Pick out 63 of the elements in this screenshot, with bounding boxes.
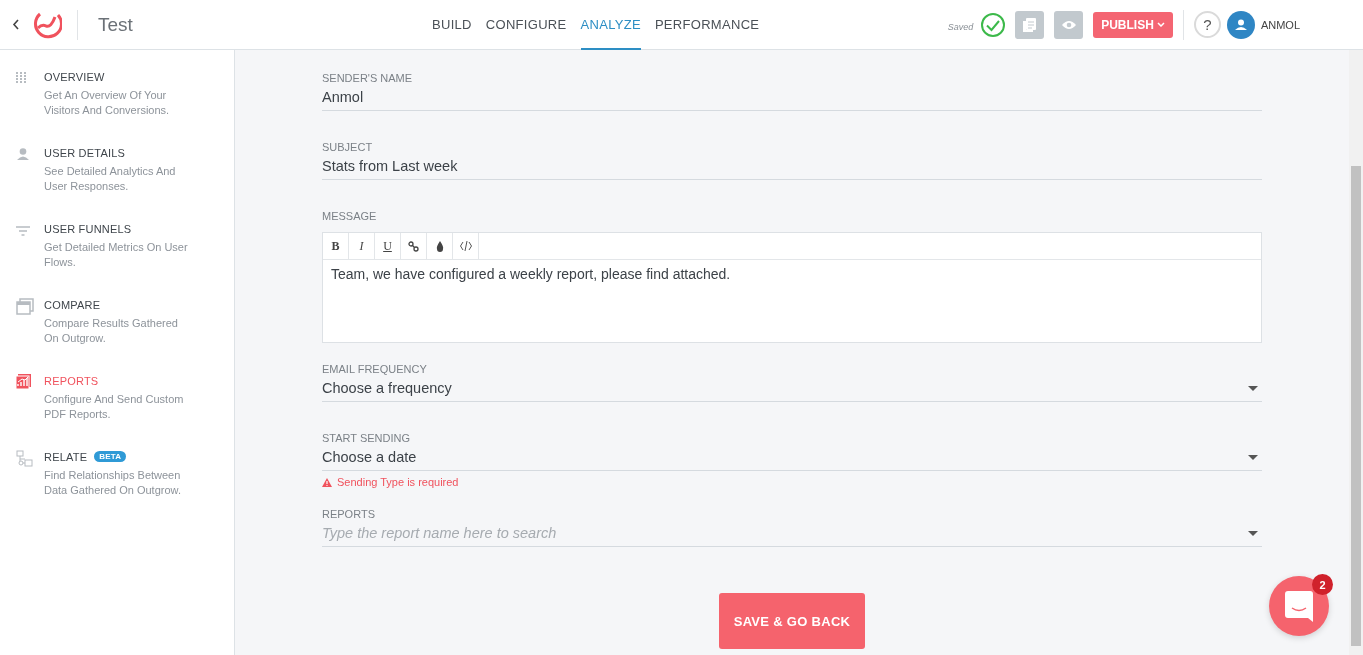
- input-field[interactable]: Stats from Last week: [322, 155, 1262, 180]
- select-field[interactable]: Choose a date: [322, 446, 1262, 471]
- link-icon: [408, 240, 419, 252]
- item-title: USER FUNNELS: [44, 222, 132, 235]
- project-title: Test: [98, 13, 133, 36]
- avatar[interactable]: [1226, 10, 1255, 39]
- item-title: COMPARE: [44, 298, 101, 311]
- message-editor[interactable]: Team, we have configured a weekly report, please find attached.: [323, 260, 1261, 342]
- filter-icon: [16, 226, 30, 236]
- notification-badge: 2: [1312, 574, 1333, 595]
- item-title: REPORTS: [44, 374, 99, 387]
- person-icon: [1234, 19, 1247, 30]
- scrollbar[interactable]: [1351, 166, 1361, 646]
- hierarchy-icon: [16, 450, 33, 467]
- dropdown-icon: [1248, 530, 1258, 536]
- dropdown-icon: [1248, 454, 1258, 460]
- sidebar-item[interactable]: USER FUNNELS Get Detailed Metrics On User Flows.: [0, 221, 234, 270]
- chat-icon: [1285, 590, 1313, 622]
- chart-icon: [16, 374, 31, 389]
- drop-icon: [435, 240, 444, 252]
- check-circle-icon: [981, 12, 1006, 37]
- sidebar-item[interactable]: RELATE BETA Find Relationships Between Data Gathered On Outgrow.: [0, 449, 234, 498]
- sidebar-item[interactable]: OVERVIEW Get An Overview Of Your Visitors And Conversions.: [0, 69, 234, 118]
- nav-tab[interactable]: PERFORMANCE: [654, 0, 760, 50]
- item-title: RELATE: [44, 450, 88, 463]
- back-icon[interactable]: [12, 19, 20, 30]
- item-description: Compare Results Gathered On Outgrow.: [44, 316, 179, 346]
- item-title: USER DETAILS: [44, 146, 126, 159]
- beta-badge: BETA: [94, 451, 127, 462]
- save-status: Saved: [947, 21, 974, 32]
- grid-icon: [16, 72, 28, 84]
- nav-tab[interactable]: CONFIGURE: [485, 0, 567, 50]
- item-description: Find Relationships Between Data Gathered On Outgrow.: [44, 468, 182, 498]
- caret-icon: [1156, 22, 1165, 27]
- error-message: Sending Type is required: [337, 476, 459, 488]
- sidebar-item[interactable]: COMPARE Compare Results Gathered On Outgrow.: [0, 297, 234, 346]
- item-description: See Detailed Analytics And User Responses.: [44, 164, 177, 194]
- sidebar-item[interactable]: REPORTS Configure And Send Custom PDF Reports.: [0, 373, 234, 422]
- warning-icon: [322, 477, 332, 487]
- field-label: START SENDING: [322, 432, 412, 446]
- windows-icon: [16, 298, 34, 315]
- copy-icon: [1022, 16, 1038, 33]
- user-name[interactable]: ANMOL: [1260, 18, 1300, 31]
- field-label: REPORTS: [322, 508, 376, 522]
- input-field[interactable]: Anmol: [322, 86, 1262, 111]
- nav-tab[interactable]: ANALYZE: [580, 0, 641, 50]
- field-label: SUBJECT: [322, 141, 374, 155]
- item-description: Configure And Send Custom PDF Reports.: [44, 392, 185, 422]
- eye-icon: [1060, 18, 1077, 31]
- item-title: OVERVIEW: [44, 70, 105, 83]
- field-label: EMAIL FREQUENCY: [322, 363, 428, 377]
- item-description: Get Detailed Metrics On User Flows.: [44, 240, 189, 270]
- dropdown-icon: [1248, 385, 1258, 391]
- item-description: Get An Overview Of Your Visitors And Conversions.: [44, 88, 171, 118]
- field-label: SENDER'S NAME: [322, 72, 414, 86]
- sidebar-item[interactable]: USER DETAILS See Detailed Analytics And User Responses.: [0, 145, 234, 194]
- help-button[interactable]: ?: [1193, 11, 1221, 38]
- chat-button[interactable]: [1269, 576, 1329, 636]
- code-icon: [459, 241, 472, 251]
- field-label: MESSAGE: [322, 210, 378, 224]
- nav-tab[interactable]: BUILD: [432, 0, 472, 50]
- person-icon: [16, 148, 30, 160]
- select-field[interactable]: Choose a frequency: [322, 377, 1262, 402]
